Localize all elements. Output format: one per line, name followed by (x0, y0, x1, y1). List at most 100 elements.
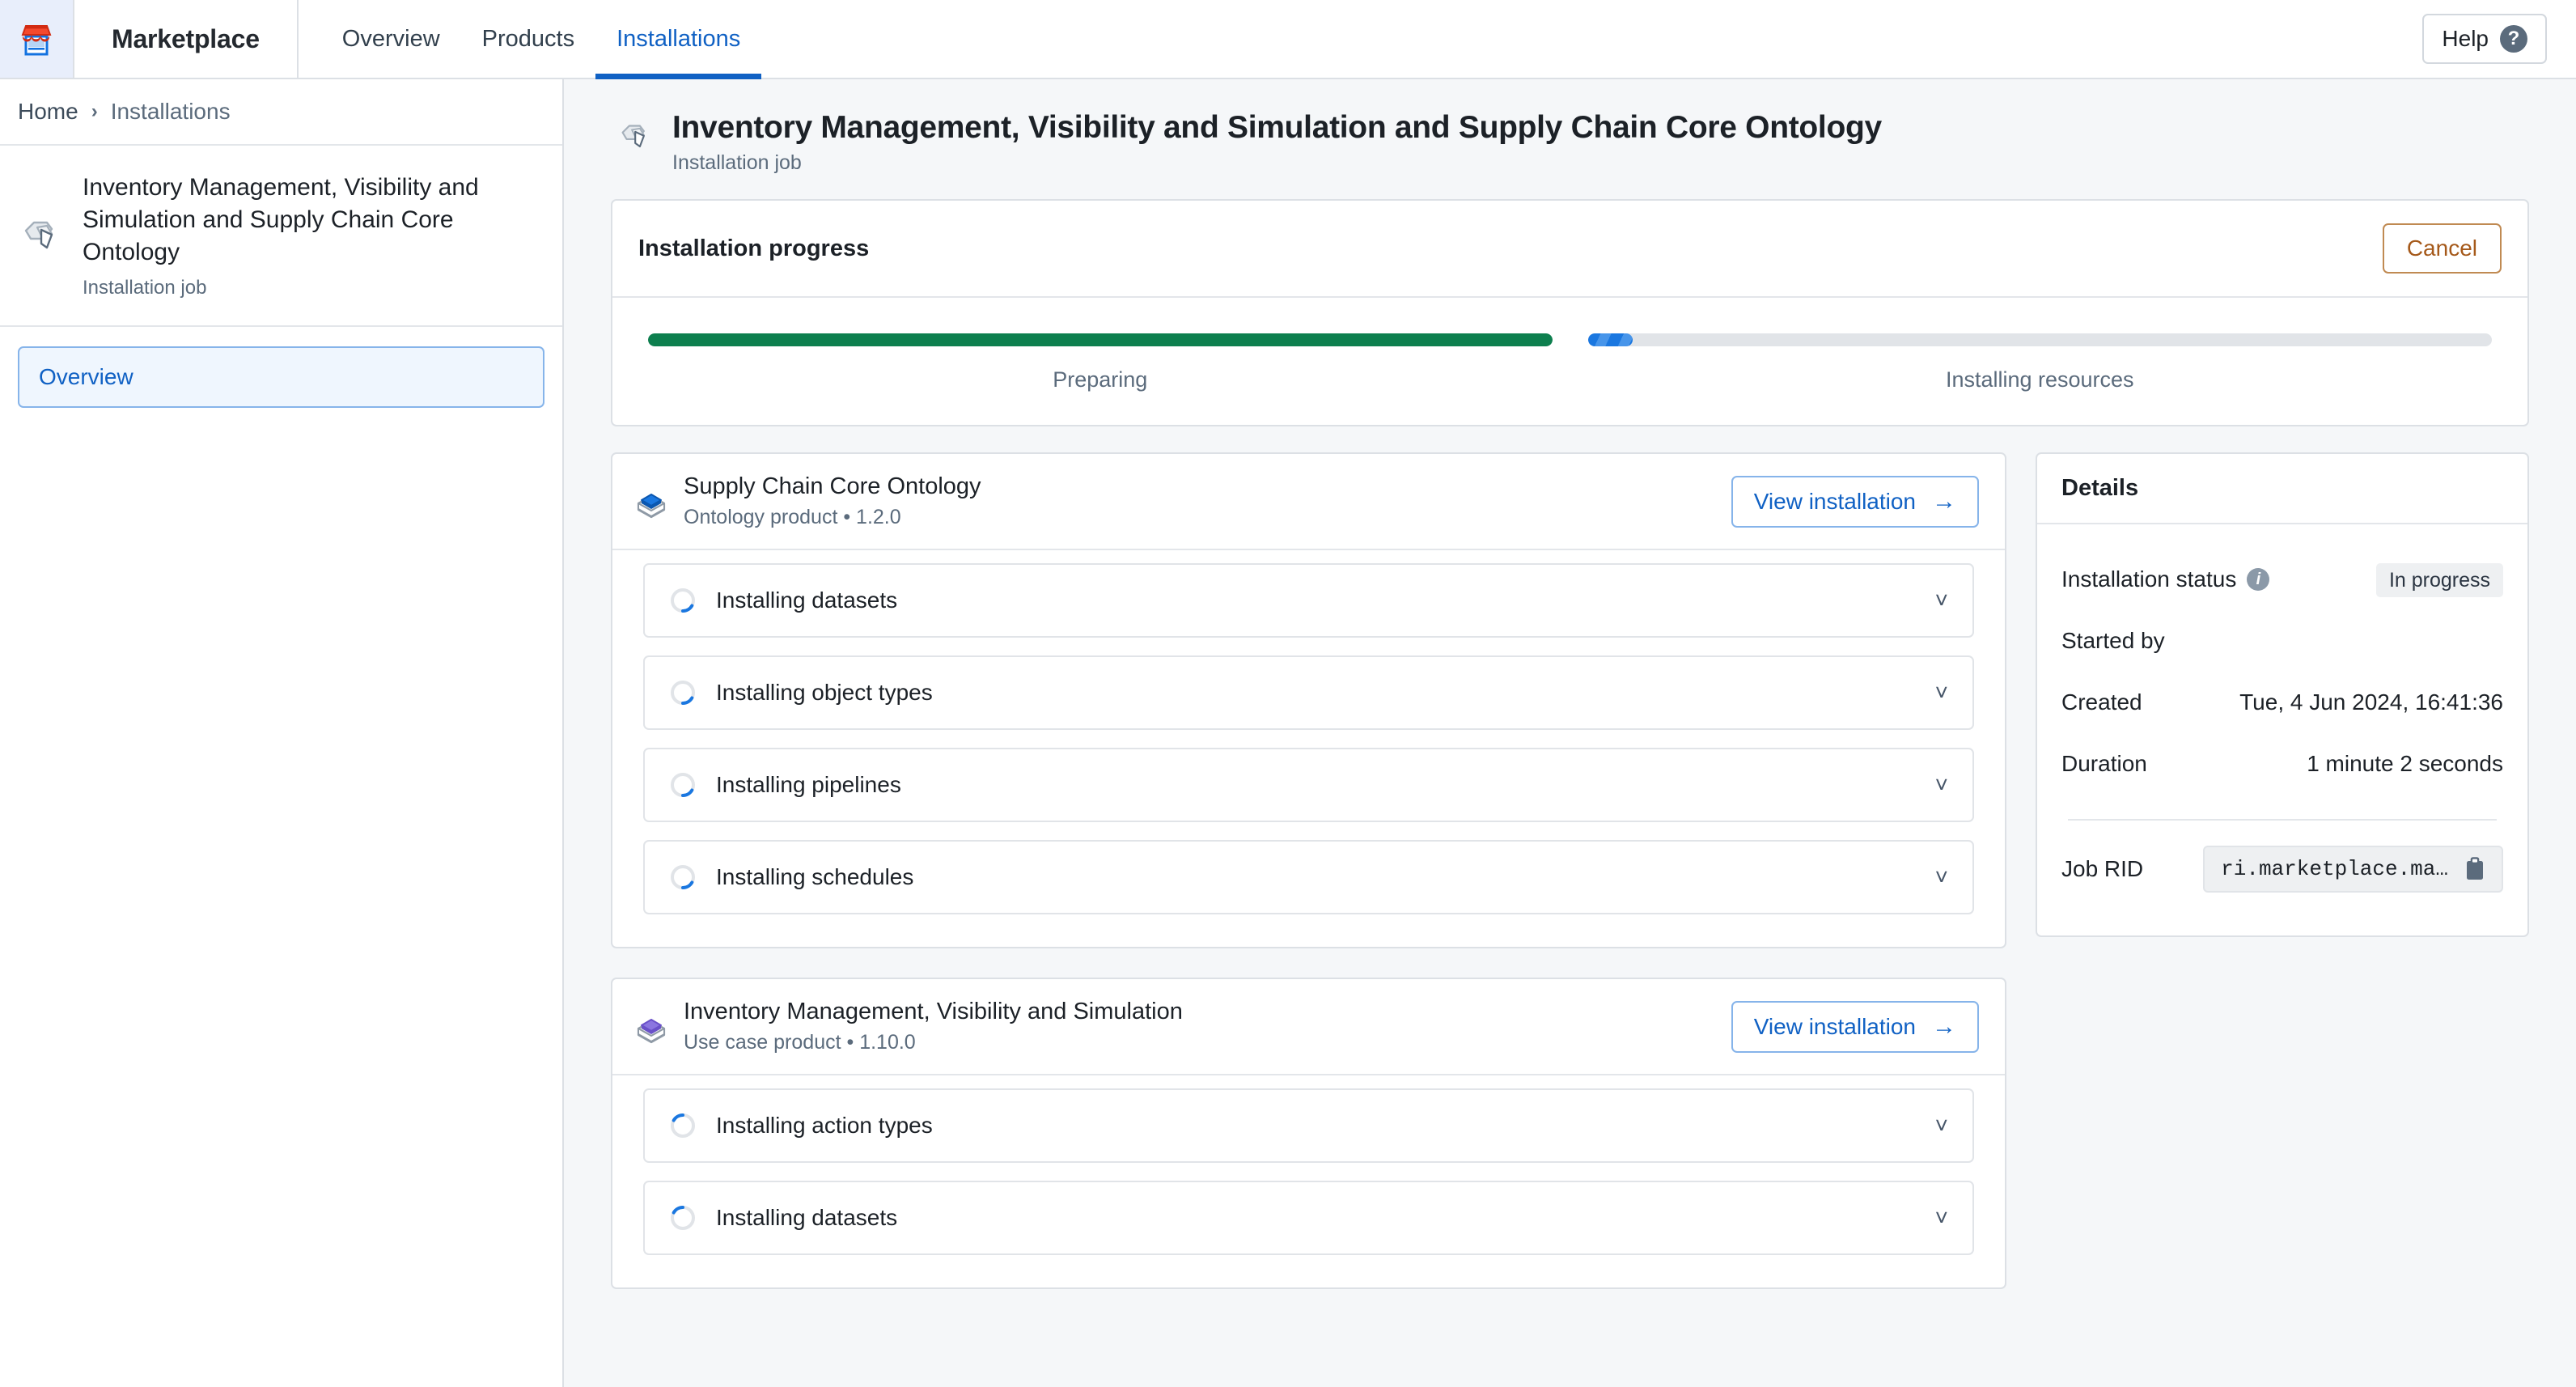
chevron-down-icon[interactable]: ˅ (1935, 589, 1948, 612)
loading-spinner-icon (671, 1205, 695, 1230)
chevron-down-icon[interactable]: ˅ (1935, 681, 1948, 704)
installation-step-row[interactable]: Installing action types ˅ (643, 1088, 1974, 1163)
installation-step-row[interactable]: Installing schedules ˅ (643, 840, 1974, 914)
progress-segment-preparing: Preparing (648, 333, 1553, 392)
question-circle-icon: ? (2500, 25, 2527, 53)
nav-tabs: Overview Products Installations (299, 0, 762, 79)
installation-progress-body: Preparing Installing resources (612, 298, 2527, 425)
view-installation-button[interactable]: View installation → (1731, 1000, 1979, 1053)
details-title: Details (2037, 454, 2527, 524)
installation-step-label: Installing action types (716, 1113, 933, 1138)
cancel-button[interactable]: Cancel (2382, 223, 2502, 274)
loading-spinner-icon (671, 865, 695, 890)
installation-step-row[interactable]: Installing pipelines ˅ (643, 748, 1974, 822)
product-card: Supply Chain Core Ontology Ontology prod… (611, 452, 2006, 948)
sidebar-nav: Overview (0, 327, 562, 408)
loading-spinner-icon (671, 588, 695, 613)
chevron-down-icon[interactable]: ˅ (1935, 1114, 1948, 1137)
brand-title: Marketplace (74, 0, 299, 78)
content-columns: Supply Chain Core Ontology Ontology prod… (611, 452, 2529, 1318)
arrow-right-icon: → (1932, 487, 1956, 515)
info-icon[interactable]: i (2247, 568, 2270, 591)
installation-progress-card: Installation progress Cancel Preparing I… (611, 199, 2529, 426)
progress-segment-installing-resources: Installing resources (1587, 333, 2492, 392)
detail-row-started-by: Started by (2061, 610, 2503, 672)
loading-spinner-icon (671, 773, 695, 798)
view-installation-label: View installation (1753, 1013, 1916, 1039)
product-name: Supply Chain Core Ontology (684, 473, 981, 499)
help-button-label: Help (2442, 26, 2489, 51)
breadcrumb-home[interactable]: Home (18, 99, 78, 125)
product-meta: Ontology product • 1.2.0 (684, 506, 901, 528)
details-body: Installation status i In progress Starte… (2037, 524, 2527, 935)
sidebar-item-overview[interactable]: Overview (18, 346, 544, 408)
progress-label-installing-resources: Installing resources (1945, 367, 2134, 392)
tab-overview[interactable]: Overview (321, 0, 461, 78)
job-rid-label: Job RID (2061, 856, 2144, 881)
details-divider (2068, 819, 2497, 821)
loading-spinner-icon (671, 1113, 695, 1138)
help-button[interactable]: Help ? (2422, 14, 2547, 64)
job-rid-copy-field[interactable]: ri.marketplace.ma… (2203, 846, 2503, 893)
installation-step-label: Installing datasets (716, 1205, 898, 1230)
installation-step-label: Installing object types (716, 680, 933, 705)
arrow-right-icon: → (1932, 1012, 1956, 1040)
clipboard-copy-icon[interactable] (2464, 857, 2485, 881)
sidebar-item-label: Overview (39, 363, 133, 389)
detail-row-installation-status: Installation status i In progress (2061, 549, 2503, 610)
installation-status-label: Installation status (2061, 566, 2237, 592)
use-case-product-box-icon (637, 1018, 666, 1043)
installation-step-label: Installing pipelines (716, 772, 901, 797)
product-steps-list: Installing datasets ˅ Installing object … (612, 550, 2005, 947)
breadcrumb-installations[interactable]: Installations (111, 99, 231, 125)
product-card-header: Inventory Management, Visibility and Sim… (612, 979, 2005, 1075)
duration-value: 1 minute 2 seconds (2307, 751, 2503, 776)
tab-installations[interactable]: Installations (595, 0, 762, 79)
detail-row-duration: Duration 1 minute 2 seconds (2061, 733, 2503, 795)
details-column: Details Installation status i In progres… (2036, 452, 2529, 937)
main-content: Inventory Management, Visibility and Sim… (564, 79, 2576, 1387)
created-label: Created (2061, 689, 2142, 715)
product-card: Inventory Management, Visibility and Sim… (611, 978, 2006, 1289)
duration-label: Duration (2061, 751, 2147, 776)
sidebar: Home › Installations Inventory Managemen… (0, 79, 564, 1387)
sidebar-job-subtitle: Installation job (83, 276, 207, 299)
product-steps-list: Installing action types ˅ Installing dat… (612, 1075, 2005, 1287)
installation-progress-header: Installation progress Cancel (612, 201, 2527, 298)
sidebar-job-title: Inventory Management, Visibility and Sim… (83, 174, 479, 265)
view-installation-button[interactable]: View installation → (1731, 475, 1979, 528)
detail-row-created: Created Tue, 4 Jun 2024, 16:41:36 (2061, 672, 2503, 733)
installation-step-label: Installing schedules (716, 864, 914, 889)
progress-bar-preparing (648, 333, 1553, 346)
progress-label-preparing: Preparing (1053, 367, 1148, 392)
page-title: Inventory Management, Visibility and Sim… (672, 110, 1882, 145)
view-installation-label: View installation (1753, 488, 1916, 514)
chevron-down-icon[interactable]: ˅ (1935, 1207, 1948, 1229)
sidebar-job-header: Inventory Management, Visibility and Sim… (0, 146, 562, 327)
chevron-down-icon[interactable]: ˅ (1935, 774, 1948, 796)
ontology-product-box-icon (637, 493, 666, 518)
status-badge: In progress (2375, 563, 2503, 597)
product-card-header: Supply Chain Core Ontology Ontology prod… (612, 454, 2005, 550)
created-value: Tue, 4 Jun 2024, 16:41:36 (2239, 689, 2503, 715)
installation-step-row[interactable]: Installing object types ˅ (643, 655, 1974, 730)
marketplace-logo-cell[interactable] (0, 0, 74, 78)
progress-bar-preparing-fill (648, 333, 1553, 346)
installation-progress-title: Installation progress (638, 235, 870, 261)
product-name: Inventory Management, Visibility and Sim… (684, 999, 1183, 1024)
page-body: Home › Installations Inventory Managemen… (0, 79, 2576, 1387)
installation-step-row[interactable]: Installing datasets ˅ (643, 563, 1974, 638)
marketplace-storefront-icon (21, 25, 52, 56)
progress-bar-installing-resources (1587, 333, 2492, 346)
page-header: Inventory Management, Visibility and Sim… (611, 110, 2529, 175)
installation-step-label: Installing datasets (716, 587, 898, 613)
started-by-label: Started by (2061, 628, 2165, 653)
product-meta: Use case product • 1.10.0 (684, 1031, 916, 1054)
details-card: Details Installation status i In progres… (2036, 452, 2529, 937)
tab-products[interactable]: Products (461, 0, 595, 78)
breadcrumb-separator-icon: › (91, 100, 98, 122)
breadcrumb: Home › Installations (0, 79, 562, 146)
chevron-down-icon[interactable]: ˅ (1935, 866, 1948, 889)
topbar-right-actions: Help ? (2422, 0, 2576, 78)
installation-step-row[interactable]: Installing datasets ˅ (643, 1181, 1974, 1255)
